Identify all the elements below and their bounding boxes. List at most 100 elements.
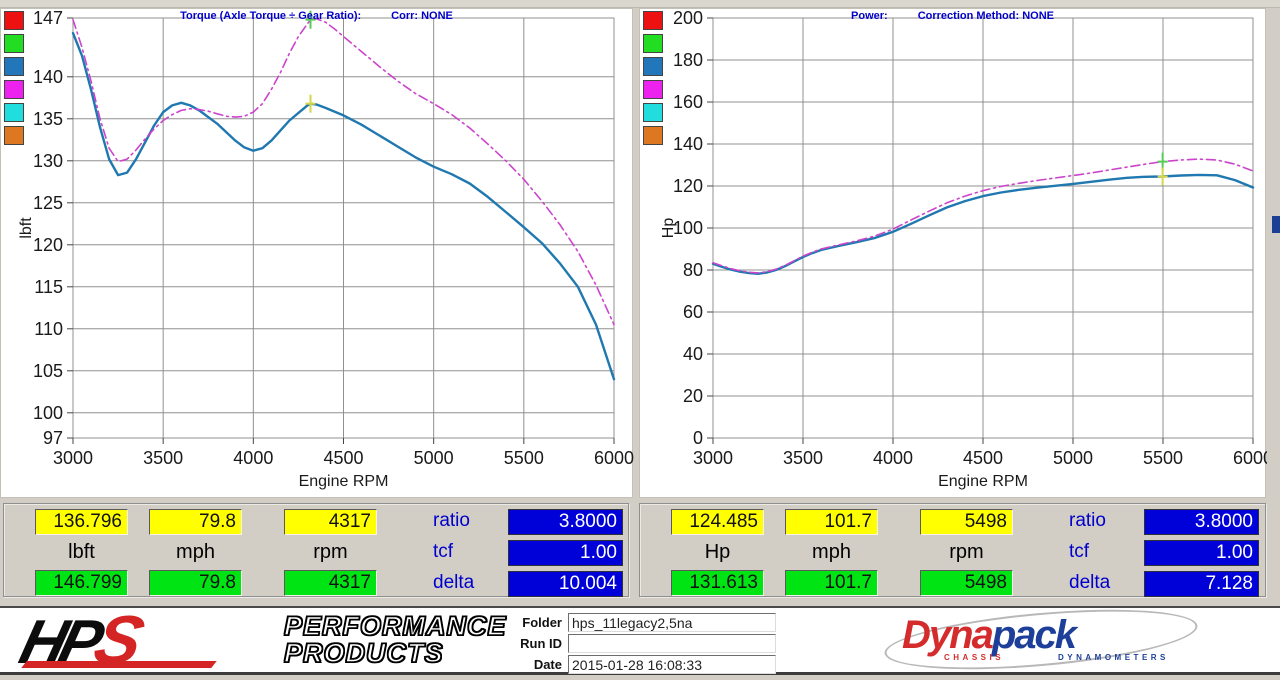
tcf-value[interactable]: 1.00 xyxy=(1144,540,1259,566)
svg-text:3500: 3500 xyxy=(783,448,823,468)
run-id-label: Run ID xyxy=(500,636,568,651)
power-primary-value: 124.485 xyxy=(671,509,764,535)
power-unit-label: Hp xyxy=(671,539,764,565)
legend-channel-swatch-0[interactable] xyxy=(643,11,663,30)
folder-label: Folder xyxy=(500,615,568,630)
power-chart-panel: Power:Correction Method: NONE 2001801601… xyxy=(639,8,1266,498)
delta-label: delta xyxy=(433,572,474,594)
torque-channel-legend xyxy=(4,11,24,149)
dynapack-chassis-text: CHASSIS xyxy=(944,653,1004,662)
svg-text:125: 125 xyxy=(33,193,63,213)
hps-tagline-line1: PERFORMANCE xyxy=(284,613,507,640)
legend-channel-swatch-4[interactable] xyxy=(4,103,24,122)
rpm-primary-value: 5498 xyxy=(920,509,1013,535)
power-plot-area[interactable]: 2001801601401201008060402003000350040004… xyxy=(640,9,1267,499)
svg-text:6000: 6000 xyxy=(1233,448,1267,468)
ratio-value[interactable]: 3.8000 xyxy=(1144,509,1259,535)
hps-logo: HPS xyxy=(22,612,277,668)
window-top-edge xyxy=(0,0,1280,8)
torque-readout-panel: 136.796 79.8 4317 lbft mph rpm 146.799 7… xyxy=(3,503,629,597)
legend-channel-swatch-2[interactable] xyxy=(4,57,24,76)
svg-text:105: 105 xyxy=(33,361,63,381)
svg-text:4000: 4000 xyxy=(873,448,913,468)
svg-text:100: 100 xyxy=(673,218,703,238)
dynapack-logo-dyna: Dyna xyxy=(902,613,992,657)
svg-text:115: 115 xyxy=(34,277,63,297)
speed-secondary-value: 79.8 xyxy=(149,570,242,596)
torque-chart-panel: Torque (Axle Torque ÷ Gear Ratio): Corr: … xyxy=(0,8,633,498)
svg-text:3000: 3000 xyxy=(693,448,733,468)
power-readout-panel: 124.485 101.7 5498 Hp mph rpm 131.613 10… xyxy=(639,503,1266,597)
legend-channel-swatch-0[interactable] xyxy=(4,11,24,30)
folder-input[interactable] xyxy=(568,613,776,632)
svg-text:20: 20 xyxy=(683,386,703,406)
rpm-primary-value: 4317 xyxy=(284,509,377,535)
svg-text:130: 130 xyxy=(33,151,63,171)
svg-text:120: 120 xyxy=(673,176,703,196)
svg-text:4500: 4500 xyxy=(963,448,1003,468)
legend-channel-swatch-3[interactable] xyxy=(4,80,24,99)
delta-label: delta xyxy=(1069,572,1110,594)
legend-channel-swatch-1[interactable] xyxy=(643,34,663,53)
dynapack-dynamometers-text: DYNAMOMETERS xyxy=(1058,653,1169,662)
power-secondary-value: 131.613 xyxy=(671,570,764,596)
power-channel-legend xyxy=(643,11,663,149)
svg-text:60: 60 xyxy=(683,302,703,322)
date-input[interactable] xyxy=(568,655,776,674)
svg-text:6000: 6000 xyxy=(594,448,634,468)
svg-text:5500: 5500 xyxy=(504,448,544,468)
power-title-text: Power: xyxy=(851,10,888,22)
svg-text:4000: 4000 xyxy=(233,448,273,468)
partial-window-icon xyxy=(1272,216,1280,233)
legend-channel-swatch-2[interactable] xyxy=(643,57,663,76)
svg-text:Hp: Hp xyxy=(660,218,677,239)
svg-text:5000: 5000 xyxy=(1053,448,1093,468)
ratio-value[interactable]: 3.8000 xyxy=(508,509,623,535)
torque-secondary-value: 146.799 xyxy=(35,570,128,596)
ratio-label: ratio xyxy=(1069,510,1106,532)
svg-text:lbft: lbft xyxy=(18,217,35,239)
run-id-input[interactable] xyxy=(568,634,776,653)
dynapack-logo: Dynapack CHASSIS DYNAMOMETERS xyxy=(872,612,1217,668)
svg-text:3500: 3500 xyxy=(143,448,183,468)
tcf-value[interactable]: 1.00 xyxy=(508,540,623,566)
legend-channel-swatch-1[interactable] xyxy=(4,34,24,53)
legend-channel-swatch-3[interactable] xyxy=(643,80,663,99)
delta-value: 7.128 xyxy=(1144,571,1259,597)
rpm-unit-label: rpm xyxy=(284,539,377,565)
torque-corr-label: Corr: NONE xyxy=(391,10,453,22)
svg-text:135: 135 xyxy=(33,109,63,129)
svg-text:40: 40 xyxy=(683,344,703,364)
hps-logo-tagline: PERFORMANCE PRODUCTS xyxy=(284,613,507,667)
torque-unit-label: lbft xyxy=(35,539,128,565)
rpm-unit-label: rpm xyxy=(920,539,1013,565)
svg-text:160: 160 xyxy=(673,92,703,112)
svg-text:140: 140 xyxy=(673,134,703,154)
delta-value: 10.004 xyxy=(508,571,623,597)
svg-text:80: 80 xyxy=(683,260,703,280)
legend-channel-swatch-5[interactable] xyxy=(643,126,663,145)
footer-bar: HPS PERFORMANCE PRODUCTS Folder Run ID D… xyxy=(0,606,1280,675)
svg-text:4500: 4500 xyxy=(323,448,363,468)
speed-primary-value: 79.8 xyxy=(149,509,242,535)
torque-plot-area[interactable]: 1471401351301251201151101051009730003500… xyxy=(1,9,634,499)
legend-channel-swatch-5[interactable] xyxy=(4,126,24,145)
svg-text:0: 0 xyxy=(693,428,703,448)
svg-text:5000: 5000 xyxy=(414,448,454,468)
svg-text:Engine RPM: Engine RPM xyxy=(299,473,389,490)
svg-text:120: 120 xyxy=(33,235,63,255)
run-info-fields: Folder Run ID Date xyxy=(500,613,776,676)
hps-logo-underline xyxy=(21,661,216,668)
svg-text:5500: 5500 xyxy=(1143,448,1183,468)
svg-text:97: 97 xyxy=(43,428,63,448)
power-corr-label: Correction Method: NONE xyxy=(918,10,1054,22)
speed-primary-value: 101.7 xyxy=(785,509,878,535)
tcf-label: tcf xyxy=(1069,541,1089,563)
legend-channel-swatch-4[interactable] xyxy=(643,103,663,122)
svg-text:Engine RPM: Engine RPM xyxy=(938,473,1028,490)
torque-title-text: Torque (Axle Torque ÷ Gear Ratio): xyxy=(180,10,361,22)
rpm-secondary-value: 5498 xyxy=(920,570,1013,596)
speed-unit-label: mph xyxy=(149,539,242,565)
svg-text:100: 100 xyxy=(33,403,63,423)
svg-text:180: 180 xyxy=(673,50,703,70)
